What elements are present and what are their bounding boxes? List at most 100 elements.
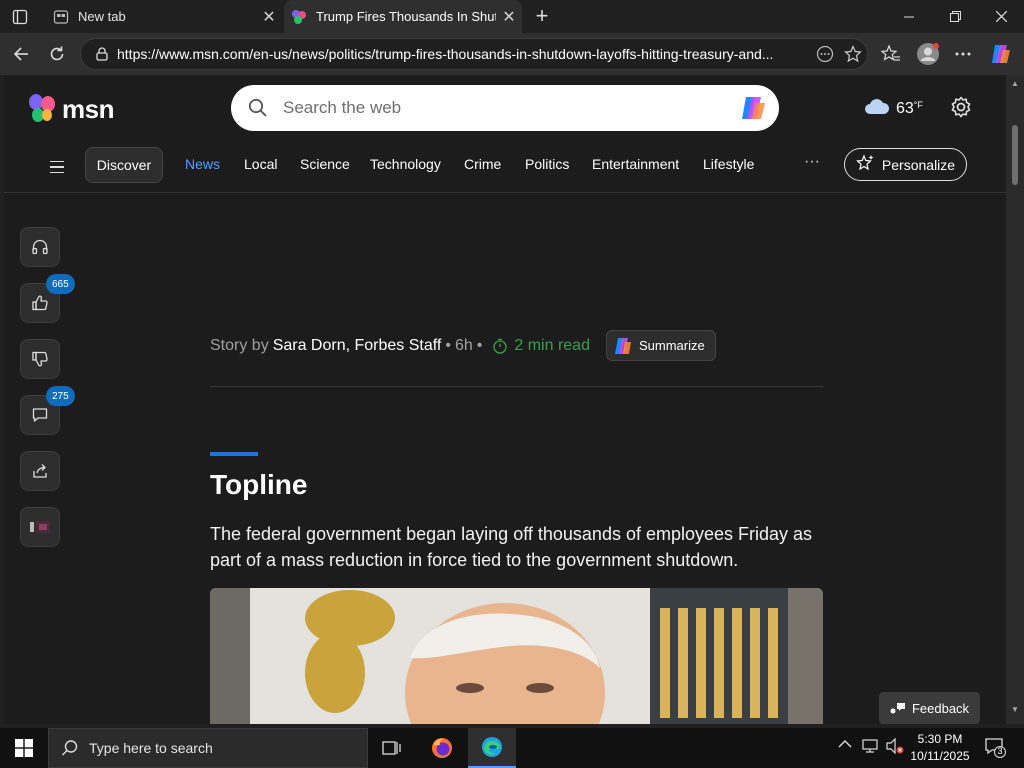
profile-avatar[interactable]	[913, 39, 943, 69]
weather-unit: °F	[913, 99, 923, 110]
feedback-label: Feedback	[911, 700, 970, 716]
tab-article[interactable]: Trump Fires Thousands In Shutdo ✕	[284, 0, 522, 33]
sparkle-star-icon	[856, 154, 874, 175]
network-icon[interactable]	[862, 738, 880, 757]
scrollbar-thumb[interactable]	[1012, 125, 1018, 185]
cloud-icon	[864, 97, 890, 120]
scroll-down-arrow-icon[interactable]: ▼	[1010, 705, 1020, 715]
copilot-search-icon[interactable]	[737, 91, 771, 125]
menu-icon[interactable]	[50, 157, 70, 177]
gear-icon[interactable]	[949, 95, 973, 119]
address-bar[interactable]: https://www.msn.com/en-us/news/politics/…	[80, 38, 868, 70]
restore-button[interactable]	[932, 0, 978, 33]
scroll-up-arrow-icon[interactable]: ▲	[1010, 79, 1020, 89]
back-arrow-icon[interactable]	[6, 39, 36, 69]
feedback-button[interactable]: Feedback	[879, 692, 980, 724]
task-view-button[interactable]	[368, 728, 416, 768]
read-time-text: 2 min read	[514, 337, 590, 354]
author-link[interactable]: Sara Dorn, Forbes Staff	[273, 337, 442, 355]
section-heading: Topline	[210, 469, 308, 500]
new-tab-page-icon	[52, 8, 70, 26]
logo-text: msn	[62, 93, 114, 124]
thumbs-up-icon	[32, 295, 48, 311]
nav-item-crime[interactable]: Crime	[464, 156, 501, 172]
nav-item-news[interactable]: News	[185, 156, 220, 172]
search-icon	[62, 740, 78, 756]
tab-title: Trump Fires Thousands In Shutdo	[316, 9, 496, 24]
comments-count-badge: 275	[46, 386, 75, 406]
article-age: 6h	[454, 337, 473, 354]
refresh-icon[interactable]	[42, 39, 72, 69]
nav-more-button[interactable]: ···	[804, 153, 820, 171]
dislike-button[interactable]	[20, 339, 60, 379]
close-window-button[interactable]	[978, 0, 1024, 33]
summarize-label: Summarize	[638, 338, 705, 353]
nav-item-politics[interactable]: Politics	[525, 156, 569, 172]
nav-item-technology[interactable]: Technology	[370, 156, 441, 172]
share-button[interactable]	[20, 451, 60, 491]
show-hidden-icons-chevron-icon[interactable]	[838, 738, 852, 752]
browser-toolbar: https://www.msn.com/en-us/news/politics/…	[0, 33, 1024, 75]
nav-item-entertainment[interactable]: Entertainment	[592, 156, 679, 172]
weather-widget[interactable]: 63°F	[864, 97, 923, 120]
page-scrollbar[interactable]: ▲ ▼	[1006, 75, 1024, 724]
notification-center-icon[interactable]: 3	[984, 736, 1006, 758]
feedback-icon	[890, 703, 905, 714]
tab-strip: New tab ✕ Trump Fires Thousands In Shutd…	[0, 0, 1024, 33]
more-options-circle-icon[interactable]	[811, 40, 839, 68]
settings-and-more-icon[interactable]	[948, 39, 978, 69]
msn-logo[interactable]: msn	[26, 93, 114, 125]
url-text[interactable]: https://www.msn.com/en-us/news/politics/…	[117, 46, 811, 62]
nav-item-science[interactable]: Science	[300, 156, 350, 172]
timer-icon	[493, 338, 508, 354]
taskbar-search-placeholder: Type here to search	[89, 740, 213, 756]
windows-taskbar: Type here to search 5:30 PM 10/11/2025 3	[0, 728, 1024, 768]
summarize-button[interactable]: Summarize	[605, 330, 716, 361]
publisher-button[interactable]	[20, 507, 60, 547]
listen-button[interactable]	[20, 227, 60, 267]
volume-muted-icon[interactable]	[886, 737, 904, 757]
article-hero-image[interactable]	[210, 588, 823, 724]
system-clock[interactable]: 5:30 PM 10/11/2025	[906, 731, 974, 765]
favorites-icon[interactable]	[876, 39, 906, 69]
personalize-button[interactable]: Personalize	[844, 148, 967, 181]
personalize-label: Personalize	[881, 156, 956, 173]
minimize-button[interactable]	[886, 0, 932, 33]
article-byline: Story by Sara Dorn, Forbes Staff • 6h • …	[210, 330, 823, 387]
close-tab-icon[interactable]: ✕	[256, 4, 282, 30]
tab-new-tab[interactable]: New tab ✕	[44, 0, 282, 33]
clock-time: 5:30 PM	[917, 732, 963, 746]
comment-icon	[32, 408, 48, 422]
new-tab-button[interactable]: +	[530, 3, 554, 28]
tab-title: New tab	[78, 9, 126, 24]
headphones-icon	[32, 239, 48, 255]
share-icon	[33, 464, 47, 478]
article-lead-paragraph: The federal government began laying off …	[210, 524, 813, 570]
favorite-star-icon[interactable]	[839, 40, 867, 68]
nav-item-local[interactable]: Local	[244, 156, 277, 172]
separator-dot: •	[476, 337, 483, 354]
search-icon	[247, 97, 269, 119]
taskbar-search-input[interactable]: Type here to search	[48, 728, 368, 768]
tab-discover[interactable]: Discover	[85, 147, 163, 183]
search-input[interactable]: Search the web	[231, 85, 779, 131]
notification-count: 3	[997, 746, 1003, 756]
clock-date: 10/11/2025	[910, 749, 970, 763]
task-view-icon	[382, 741, 401, 755]
forbes-publisher-logo-icon	[30, 521, 50, 533]
section-accent-bar	[210, 452, 258, 456]
nav-item-lifestyle[interactable]: Lifestyle	[703, 156, 754, 172]
tab-actions-icon[interactable]	[8, 6, 32, 28]
copilot-icon	[614, 337, 631, 354]
category-nav: Discover News Local Science Technology C…	[4, 147, 1006, 193]
lock-icon[interactable]	[91, 43, 113, 65]
likes-count-badge: 665	[46, 274, 75, 294]
separator-dot: •	[445, 337, 451, 354]
firefox-app-button[interactable]	[418, 728, 466, 768]
edge-app-button[interactable]	[468, 728, 516, 768]
close-tab-icon[interactable]: ✕	[496, 4, 522, 30]
copilot-icon[interactable]	[986, 39, 1016, 69]
firefox-icon	[432, 738, 452, 758]
start-button[interactable]	[0, 728, 48, 768]
thumbs-down-icon	[32, 351, 48, 367]
